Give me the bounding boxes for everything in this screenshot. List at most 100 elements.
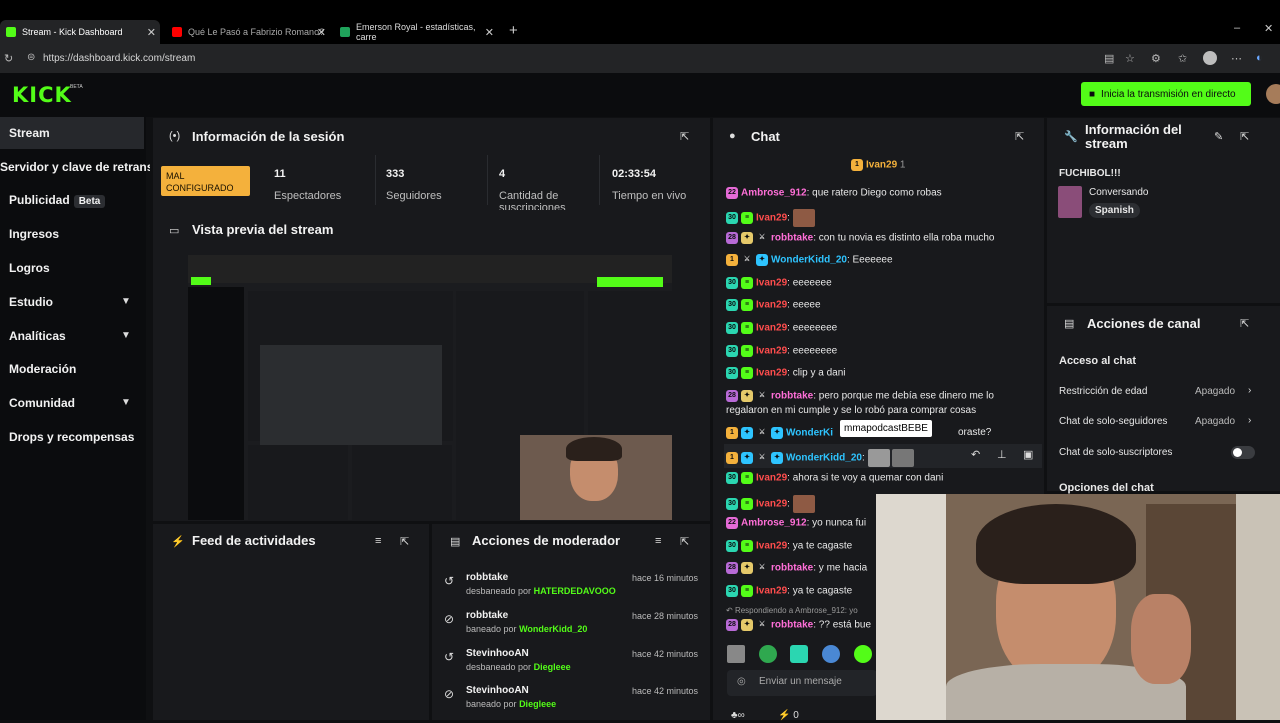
go-live-button[interactable]: ■ Inicia la transmisión en directo <box>1081 82 1251 106</box>
popout-icon[interactable]: ⇱ <box>1015 130 1024 143</box>
profile-icon[interactable] <box>1203 51 1217 65</box>
avatar[interactable] <box>1266 84 1280 104</box>
sidebar-item-moderation[interactable]: Moderación <box>9 362 76 376</box>
minimize-icon[interactable]: – <box>1234 22 1240 34</box>
chat-message[interactable]: 1 ⚔ ✦ WonderKidd_20: Eeeeeee <box>726 254 893 266</box>
sidebar-item-community[interactable]: Comunidad <box>9 396 75 410</box>
chat-message[interactable]: 30 ≡ Ivan29: ya te cagaste <box>726 585 852 597</box>
chat-message[interactable]: 30 ≡ Ivan29: eeeee <box>726 299 821 311</box>
category-name[interactable]: Conversando <box>1089 187 1148 198</box>
chat-message[interactable]: 22 Ambrose_912: que ratero Diego como rob… <box>726 187 942 199</box>
chat-message[interactable]: 1 ✦ ⚔ ✦ WonderKi oraste? <box>726 427 991 439</box>
chevron-right-icon[interactable]: › <box>1248 385 1251 396</box>
chat-message[interactable]: 1 ✦ ⚔ ✦ WonderKidd_20: <box>726 449 914 467</box>
emote-icon[interactable] <box>790 645 808 663</box>
url-field[interactable]: https://dashboard.kick.com/stream <box>43 53 195 64</box>
close-icon[interactable]: ✕ <box>317 26 326 39</box>
chat-message[interactable]: 30 ≡ Ivan29: eeeeeeee <box>726 345 837 357</box>
tab-stream-dashboard[interactable]: Stream - Kick Dashboard ✕ <box>0 20 160 44</box>
chat-username[interactable]: Ivan29 <box>756 368 787 379</box>
new-tab-button[interactable]: + <box>509 22 518 39</box>
close-window-icon[interactable]: ✕ <box>1264 22 1273 35</box>
mod-by[interactable]: Diegleee <box>519 699 556 709</box>
favorites-icon[interactable]: ✩ <box>1178 52 1187 65</box>
filter-icon[interactable]: ≡ <box>655 535 661 547</box>
chat-message[interactable]: 28 ✦ ⚔ robbtake: con tu novia es distinto e… <box>726 232 994 244</box>
reader-icon[interactable]: ▤ <box>1104 52 1114 65</box>
mod-action-row[interactable]: ↺ StevinhooAN desbaneado por Diegleee ha… <box>444 648 702 686</box>
sidebar-item-stream[interactable]: Stream <box>0 117 144 149</box>
chat-username[interactable]: Ivan29 <box>756 278 787 289</box>
chat-message[interactable]: 30 ≡ Ivan29: eeeeeee <box>726 277 832 289</box>
sidebar-item-analytics[interactable]: Analíticas <box>9 329 66 343</box>
chevron-right-icon[interactable]: › <box>1248 415 1251 426</box>
sidebar-item-income[interactable]: Ingresos <box>9 227 59 241</box>
mod-action-row[interactable]: ↺ robbtake desbaneado por HATERDEDAVOOO … <box>444 572 702 610</box>
popout-icon[interactable]: ⇱ <box>680 130 689 143</box>
filter-icon[interactable]: ≡ <box>375 535 381 547</box>
popout-icon[interactable]: ⇱ <box>680 535 689 548</box>
copilot-icon[interactable]: ◐ <box>1256 52 1263 64</box>
emoji-icon[interactable]: ◎ <box>737 676 746 687</box>
chat-username[interactable]: robbtake <box>771 620 813 631</box>
chat-username[interactable]: WonderKidd_20 <box>771 255 847 266</box>
sidebar-item-drops[interactable]: Drops y recompensas <box>9 430 134 444</box>
sidebar-item-achievements[interactable]: Logros <box>9 261 50 275</box>
chevron-down-icon[interactable]: ▼ <box>121 330 131 341</box>
chat-username[interactable]: robbtake <box>771 563 813 574</box>
tab-stats[interactable]: Emerson Royal - estadísticas, carre ✕ <box>334 20 498 44</box>
users-icon[interactable]: ♣∞ <box>731 710 745 721</box>
emote-icon[interactable] <box>759 645 777 663</box>
chat-username[interactable]: Ivan29 <box>756 499 787 510</box>
mod-by[interactable]: Diegleee <box>534 662 571 672</box>
chat-message[interactable]: 30 ≡ Ivan29: clip y a dani <box>726 367 846 379</box>
chat-username[interactable]: robbtake <box>771 391 813 402</box>
mod-by[interactable]: WonderKidd_20 <box>519 624 587 634</box>
mod-by[interactable]: HATERDEDAVOOO <box>534 586 616 596</box>
chat-username[interactable]: WonderKidd_20 <box>786 453 862 464</box>
stream-preview-video[interactable] <box>188 255 672 520</box>
close-icon[interactable]: ✕ <box>147 26 156 39</box>
edit-icon[interactable]: ✎ <box>1214 130 1223 143</box>
chat-message[interactable]: 30 ≡ Ivan29: <box>726 495 815 513</box>
chat-username[interactable]: Ivan29 <box>756 213 787 224</box>
reply-icon[interactable]: ↶ <box>971 448 980 461</box>
mod-action-row[interactable]: ⊘ robbtake baneado por WonderKidd_20 hac… <box>444 610 702 648</box>
chat-message[interactable]: 22 Ambrose_912: yo nunca fui <box>726 517 866 529</box>
chat-message[interactable]: 28 ✦ ⚔ robbtake: ?? está bue <box>726 619 871 631</box>
chat-message[interactable]: 28 ✦ ⚔ robbtake: y me hacia <box>726 562 867 574</box>
popout-icon[interactable]: ⇱ <box>400 535 409 548</box>
pinned-user[interactable]: 1 Ivan29 1 <box>851 159 905 171</box>
followers-only-row[interactable]: Chat de solo-seguidores <box>1059 416 1167 427</box>
reload-icon[interactable]: ↻ <box>4 52 13 65</box>
popout-icon[interactable]: ⇱ <box>1240 130 1249 143</box>
extensions-icon[interactable]: ⚙ <box>1151 52 1161 65</box>
emote-icon[interactable] <box>727 645 745 663</box>
chat-username[interactable]: Ivan29 <box>756 300 787 311</box>
chat-username[interactable]: Ivan29 <box>756 541 787 552</box>
delete-icon[interactable]: ▣ <box>1023 448 1033 461</box>
chat-username[interactable]: Ivan29 <box>756 473 787 484</box>
popout-icon[interactable]: ⇱ <box>1240 317 1249 330</box>
chat-username[interactable]: Ivan29 <box>756 586 787 597</box>
chat-username[interactable]: Ivan29 <box>756 323 787 334</box>
mod-action-row[interactable]: ⊘ StevinhooAN baneado por Diegleee hace … <box>444 685 702 723</box>
star-icon[interactable]: ☆ <box>1125 52 1135 65</box>
chevron-down-icon[interactable]: ▼ <box>121 296 131 307</box>
chat-message[interactable]: 30 ≡ Ivan29: eeeeeeee <box>726 322 837 334</box>
pin-icon[interactable]: ⊥ <box>997 448 1007 461</box>
lock-icon[interactable]: ⊜ <box>27 52 35 63</box>
sidebar-item-ads[interactable]: Publicidad Beta <box>9 193 106 208</box>
close-icon[interactable]: ✕ <box>485 26 494 39</box>
chat-message[interactable]: 30 ≡ Ivan29: ahora si te voy a quemar con … <box>726 472 943 484</box>
chat-username[interactable]: Ivan29 <box>756 346 787 357</box>
chat-username[interactable]: WonderKi <box>786 428 833 439</box>
chevron-down-icon[interactable]: ▼ <box>121 397 131 408</box>
sidebar-item-server-key[interactable]: Servidor y clave de retransmisión <box>0 160 150 174</box>
chat-message[interactable]: 30 ≡ Ivan29: ya te cagaste <box>726 540 852 552</box>
emote-icon[interactable] <box>822 645 840 663</box>
sidebar-item-studio[interactable]: Estudio <box>9 295 53 309</box>
chat-username[interactable]: Ambrose_912 <box>741 518 807 529</box>
chat-username[interactable]: Ambrose_912 <box>741 188 807 199</box>
age-restriction-row[interactable]: Restricción de edad <box>1059 386 1147 397</box>
